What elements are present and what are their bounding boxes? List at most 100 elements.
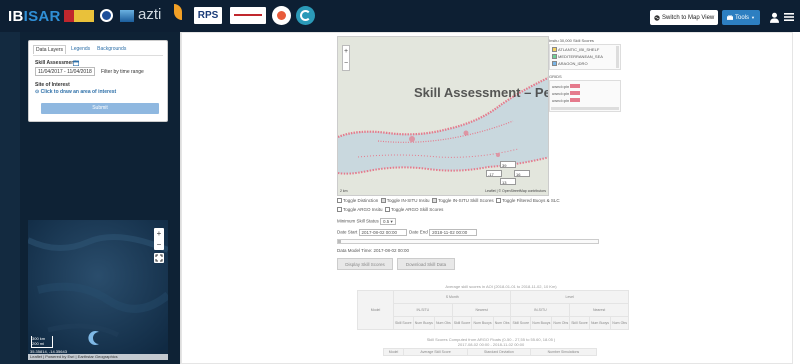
calendar-icon[interactable] [73, 60, 79, 66]
spain-ministry-logo [64, 10, 94, 22]
table1-cell: Skill Score [451, 316, 473, 330]
date-start-input[interactable]: 2017-08-02 00:00 [358, 229, 407, 236]
hamburger-menu-icon[interactable] [784, 12, 794, 22]
legend-title-bottom: GRIDS [549, 74, 562, 79]
caret-down-icon: ▼ [751, 15, 755, 20]
table1-cell: Skill Score [510, 316, 532, 330]
time-slider-handle[interactable] [338, 240, 341, 243]
coord-z-box[interactable]: 13 [500, 178, 516, 185]
table1-sub-a1: IN-SITU [393, 303, 453, 317]
skill-assessment-label: Skill Assessment: [35, 60, 78, 66]
table1-cell: Num Obs [610, 316, 629, 330]
azti-text: azti [138, 6, 162, 23]
minimap[interactable]: + − 300 km 200 mi 35.35814, -14.35643 Le… [28, 220, 168, 360]
eu-logo [100, 9, 113, 22]
skill-assessment-map[interactable]: + − Skill Assessment – Pending 39 -17 16… [337, 36, 549, 196]
table1-cell: Num Obs [434, 316, 453, 330]
toggle-distinction[interactable]: Toggle Distinction [337, 198, 378, 204]
map-zoom-control: + − [342, 45, 350, 71]
ocean-logo [120, 10, 134, 22]
ibisar-logo[interactable]: IBISAR [8, 8, 61, 25]
date-start-label: Date Start [337, 229, 358, 235]
azti-logo: azti [138, 4, 184, 26]
minimap-zoom-out-button[interactable]: − [154, 239, 164, 250]
partner-logo-wave [296, 6, 315, 25]
tab-backgrounds[interactable]: Backgrounds [95, 45, 128, 54]
legend-item-2-label: MEDITERRANEAN_SEA [558, 54, 603, 59]
table1-cell: Num Buoys [588, 316, 612, 330]
table2-header: Standard Deviation [467, 348, 531, 356]
legend-bottom-scrollbar[interactable] [551, 107, 619, 110]
table1-cell: Num Buoys [530, 316, 553, 330]
coord-lon1-box[interactable]: -17 [486, 170, 502, 177]
legend-box-bottom: uwnd=pin uwnd=pin uwnd=pin [549, 80, 621, 112]
tab-legends[interactable]: Legends [69, 45, 92, 54]
legend-grid-item-2-label: uwnd=pin [552, 91, 570, 96]
min-skill-value: 0.5 [383, 219, 390, 224]
table1-cell: Num Obs [492, 316, 512, 330]
toggle-argo-insitu[interactable]: Toggle ARGO Insitu [337, 207, 383, 213]
tab-data-layers[interactable]: Data Layers [33, 45, 66, 54]
scale-mi: 200 mi [32, 341, 45, 346]
table2-header: Model [383, 348, 404, 356]
globe-icon [654, 14, 660, 21]
crescent-logo [88, 331, 99, 345]
table1-model-header: Model [357, 290, 394, 330]
table1-caption: Average skill scores in AOI (2018-01-01 … [445, 284, 557, 289]
map-zoom-out-button[interactable]: − [343, 58, 349, 70]
toggle-filtered-buoys[interactable]: Toggle Filtered Buoys & SLC [496, 198, 560, 204]
map-zoom-in-button[interactable]: + [343, 46, 349, 58]
map-attribution-text: Leaflet | © OpenStreetMap contributors [485, 189, 546, 193]
brand-suffix: ISAR [23, 8, 61, 25]
coord-lat-box[interactable]: 39 [500, 161, 516, 168]
toggle-argo-skill-label: Toggle ARGO Skill Scores [391, 207, 444, 212]
table1-cell: Num Buoys [412, 316, 436, 330]
puertos-logo [230, 7, 266, 24]
display-skill-scores-button[interactable]: Display Skill Scores [337, 258, 393, 270]
draw-area-label: Click to draw an area of interest [40, 89, 117, 95]
toggle-argo-insitu-label: Toggle ARGO Insitu [343, 207, 383, 212]
legend-grid-item-1: uwnd=pin [552, 84, 581, 89]
time-slider[interactable] [337, 239, 599, 244]
rps-logo: RPS [194, 7, 222, 24]
min-skill-label: Minimum Skill Status [337, 218, 379, 224]
map-scale-text: 2 km [340, 189, 348, 193]
partner-logo-circle [272, 6, 291, 25]
map-attribution[interactable]: 2 km Leaflet | © OpenStreetMap contribut… [338, 189, 548, 195]
download-skill-data-button[interactable]: Download Skill Data [397, 258, 455, 270]
user-icon[interactable] [770, 12, 779, 23]
table1-sub-a2: Nearest [451, 303, 512, 317]
date-row: Date Start 2017-08-02 00:00 Date End 201… [337, 229, 478, 236]
fullscreen-icon[interactable] [154, 253, 164, 263]
tools-label: Tools [735, 14, 750, 21]
crosshair-icon: ⊙ [35, 89, 40, 95]
minimap-zoom-in-button[interactable]: + [154, 228, 164, 239]
legend-item-1-label: ATLANTIC_IBI_SHELF [558, 47, 600, 52]
date-end-input[interactable]: 2018-11-02 00:00 [429, 229, 478, 236]
legend-item-1: ATLANTIC_IBI_SHELF [552, 47, 600, 53]
legend-scrollbar[interactable] [616, 46, 619, 68]
submit-button[interactable]: Submit [41, 103, 159, 114]
data-model-time: Data Model Time: 2017-08-02 00:00 [337, 248, 410, 253]
toggle-argo-skill[interactable]: Toggle ARGO Skill Scores [385, 207, 444, 213]
table2-subcaption: 2017-08-02 00:00 - 2018-11-02 00:00 [457, 342, 525, 347]
minimap-scale-bar: 300 km 200 mi [31, 336, 53, 348]
date-end-label: Date End [409, 229, 428, 235]
rps-text: RPS [197, 10, 219, 21]
tools-dropdown-button[interactable]: Tools ▼ [722, 10, 760, 25]
legend-box-top: ATLANTIC_IBI_SHELF MEDITERRANEAN_SEA ARA… [549, 44, 621, 70]
date-range-input[interactable]: 11/04/2017 - 11/04/2018 [35, 67, 95, 76]
legend-grid-item-2: uwnd=pin [552, 91, 581, 96]
toggles-row-1: Toggle Distinction Toggle IN-SITU Insitu… [337, 198, 560, 204]
table2-header: Number Simulations [529, 348, 598, 356]
coord-lon2-box[interactable]: 16 [514, 170, 530, 177]
draw-area-link[interactable]: ⊙ Click to draw an area of interest [35, 89, 116, 95]
minimap-attribution[interactable]: Leaflet | Powered by Esri | Earthstar Ge… [28, 354, 168, 360]
skill-table-2: Model Average Skill Score Standard Devia… [383, 348, 598, 356]
toggle-insitu-skill-label: Toggle IN-SITU Skill Scores [438, 198, 494, 203]
switch-to-map-view-button[interactable]: Switch to Map View [650, 10, 718, 25]
table2-header: Average Skill Score [402, 348, 469, 356]
min-skill-select[interactable]: 0.5 ▾ [380, 218, 396, 225]
toggle-insitu-skill[interactable]: Toggle IN-SITU Skill Scores [432, 198, 494, 204]
toggle-insitu[interactable]: Toggle IN-SITU Insitu [380, 198, 430, 204]
